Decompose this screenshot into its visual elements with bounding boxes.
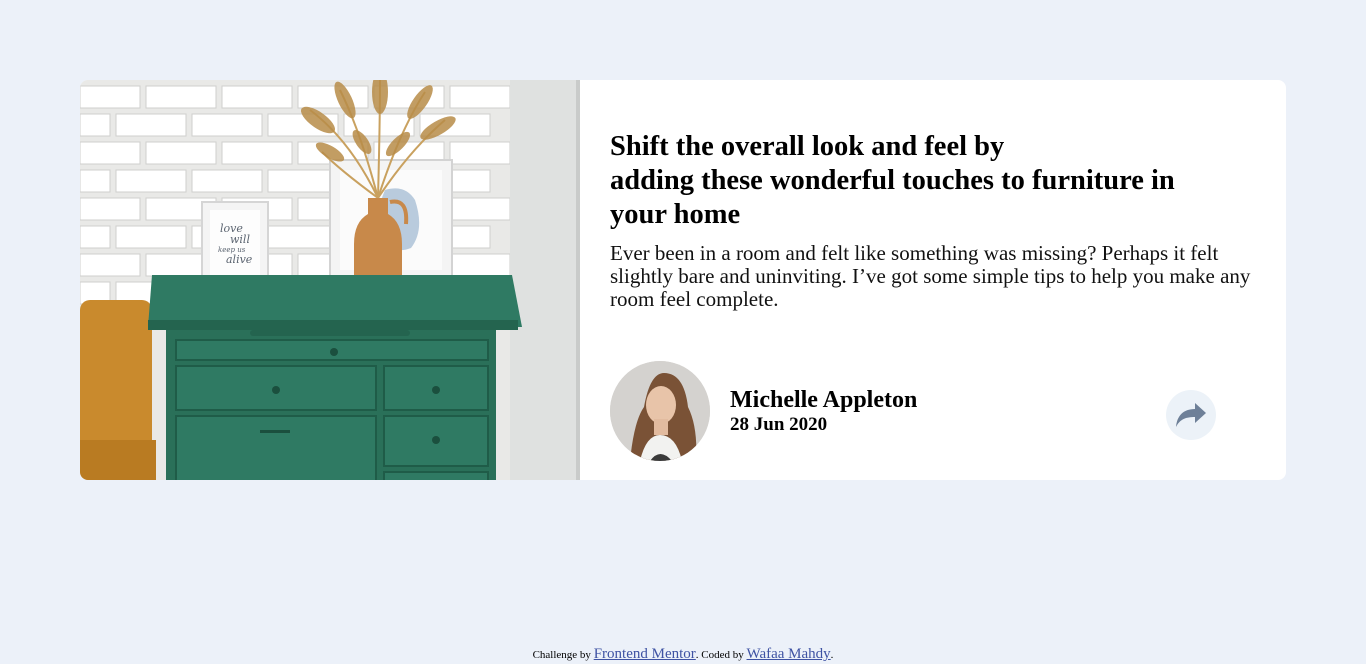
- avatar: [610, 361, 710, 461]
- post-date: 28 Jun 2020: [730, 414, 828, 435]
- frontend-mentor-link[interactable]: Frontend Mentor: [594, 646, 696, 662]
- article-title-line-1: Shift the overall look and feel by: [610, 131, 1005, 162]
- frame-text-2: will: [230, 233, 250, 246]
- share-button[interactable]: [1166, 390, 1216, 440]
- frame-text-4: alive: [226, 253, 253, 266]
- attribution-suffix: .: [830, 649, 834, 661]
- article-title-line-3: your home: [610, 199, 741, 230]
- attribution: Challenge by Frontend Mentor. Coded by W…: [0, 646, 1366, 663]
- article-image: love will keep us alive: [80, 80, 580, 480]
- article-card: love will keep us alive Shift the overal…: [80, 80, 1286, 480]
- article-title: Shift the overall look and feel by addin…: [610, 130, 1250, 232]
- attribution-prefix: Challenge by: [532, 649, 591, 661]
- coder-link[interactable]: Wafaa Mahdy: [747, 646, 831, 662]
- article-title-line-2: adding these wonderful touches to furnit…: [610, 165, 1175, 196]
- article-content: Shift the overall look and feel by addin…: [580, 80, 1286, 480]
- attribution-middle: . Coded by: [695, 649, 744, 661]
- author-info: Michelle Appleton 28 Jun 2020: [610, 361, 917, 461]
- article-description: Ever been in a room and felt like someth…: [610, 241, 1251, 311]
- author-meta: Michelle Appleton 28 Jun 2020: [730, 386, 917, 436]
- author-name: Michelle Appleton: [730, 387, 918, 413]
- share-icon: [1176, 403, 1206, 427]
